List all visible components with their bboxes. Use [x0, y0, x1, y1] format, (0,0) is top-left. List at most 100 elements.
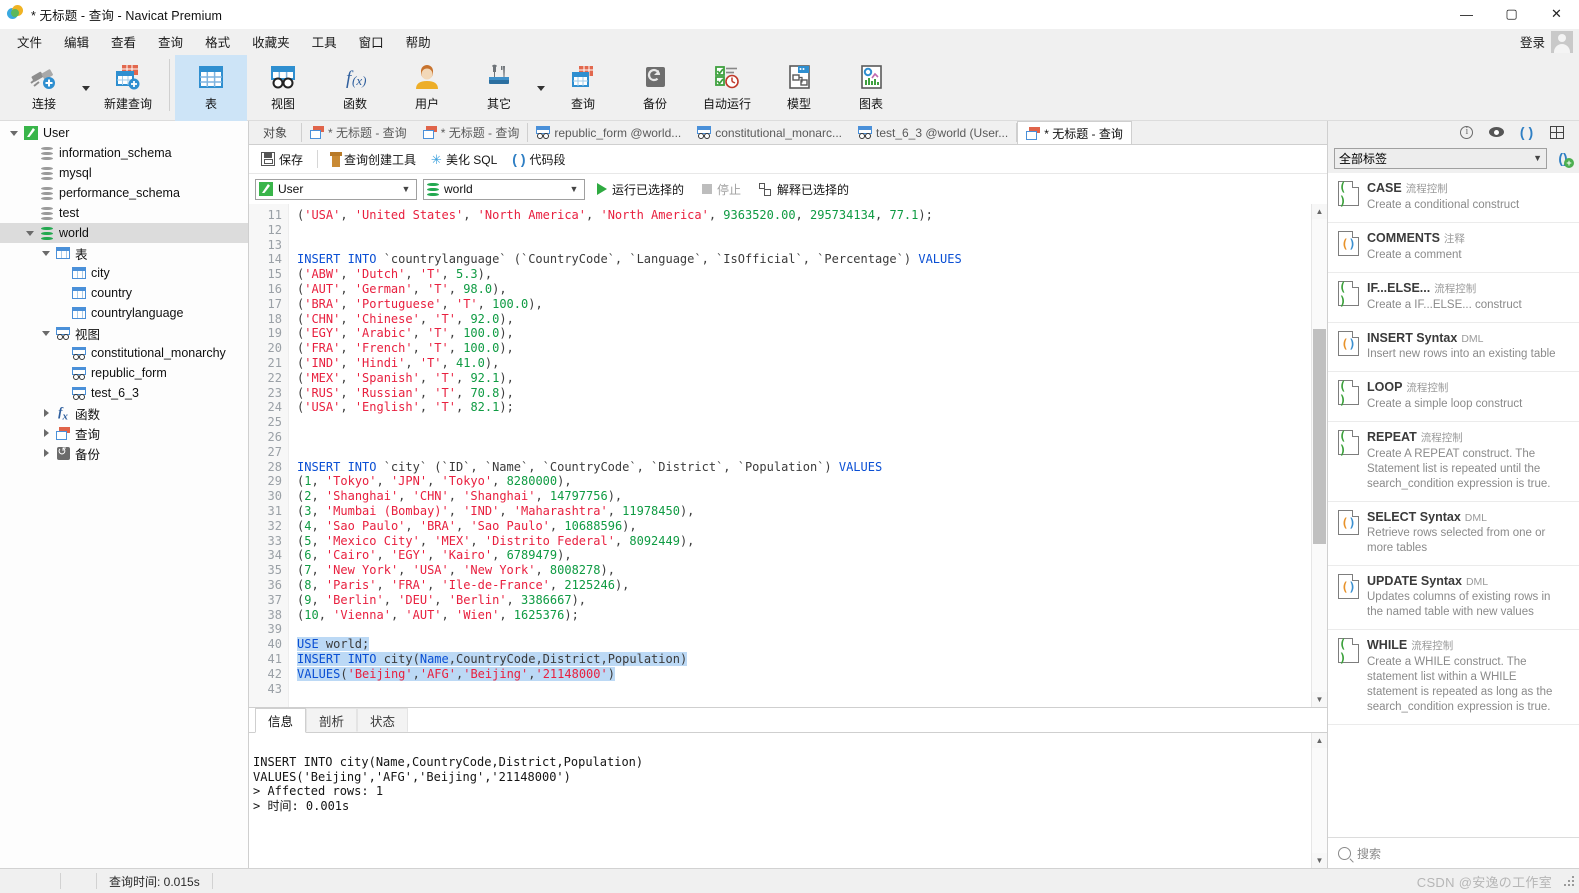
save-button[interactable]: 保存 — [255, 148, 309, 171]
code-line[interactable]: ('USA', 'United States', 'North America'… — [297, 208, 1311, 223]
tree-node-test_6_3[interactable]: test_6_3 — [0, 383, 248, 403]
snippet-list[interactable]: ( ) CASE 流程控制 Create a conditional construc… — [1328, 173, 1579, 837]
editor-tab-strip[interactable]: 对象 * 无标题 - 查询 * 无标题 - 查询 republic_form @wor… — [249, 121, 1327, 145]
code-line[interactable]: ('MEX', 'Spanish', 'T', 92.1), — [297, 371, 1311, 386]
tree-node-mysql[interactable]: mysql — [0, 163, 248, 183]
code-line[interactable]: (7, 'New York', 'USA', 'New York', 80082… — [297, 563, 1311, 578]
code-line[interactable]: (1, 'Tokyo', 'JPN', 'Tokyo', 8280000), — [297, 474, 1311, 489]
results-tab-0[interactable]: 信息 — [255, 708, 307, 733]
results-tab-2[interactable]: 状态 — [357, 708, 409, 732]
code-line[interactable]: ('CHN', 'Chinese', 'T', 92.0), — [297, 312, 1311, 327]
ribbon-user-button[interactable]: 用户 — [391, 55, 463, 122]
code-line[interactable]: ('RUS', 'Russian', 'T', 70.8), — [297, 386, 1311, 401]
code-line[interactable] — [297, 445, 1311, 460]
scroll-track[interactable] — [1312, 748, 1327, 853]
ribbon-connection-button[interactable]: 连接 — [8, 55, 80, 122]
snippet-item[interactable]: () INSERT Syntax DML Insert new rows into a… — [1328, 323, 1579, 372]
tree-node--[interactable]: 备份 — [0, 443, 248, 463]
code-line[interactable]: (4, 'Sao Paulo', 'BRA', 'Sao Paulo', 106… — [297, 519, 1311, 534]
code-line[interactable]: (10, 'Vienna', 'AUT', 'Wien', 1625376); — [297, 608, 1311, 623]
login-link[interactable]: 登录 — [1520, 32, 1545, 51]
database-select[interactable]: world ▼ — [423, 178, 585, 200]
ribbon-view-button[interactable]: 视图 — [247, 55, 319, 122]
code-line[interactable] — [297, 223, 1311, 238]
results-tab-bar[interactable]: 信息 剖析 状态 — [249, 708, 1327, 733]
object-tree[interactable]: User information_schema mysql performance_s… — [0, 121, 249, 868]
connection-select[interactable]: User ▼ — [255, 178, 417, 200]
ribbon-other-button[interactable]: 其它 — [463, 55, 535, 122]
code-line[interactable]: USE world; — [297, 637, 1311, 652]
avatar[interactable] — [1551, 30, 1573, 53]
code-line[interactable]: ('FRA', 'French', 'T', 100.0), — [297, 341, 1311, 356]
code-line[interactable]: (9, 'Berlin', 'DEU', 'Berlin', 3386667), — [297, 593, 1311, 608]
tree-node-city[interactable]: city — [0, 263, 248, 283]
menu-item-file[interactable]: 文件 — [6, 29, 53, 54]
ribbon-new-query-button[interactable]: 新建查询 — [92, 55, 164, 122]
results-vertical-scrollbar[interactable]: ▲ ▼ — [1311, 733, 1327, 868]
code-line[interactable] — [297, 682, 1311, 697]
editor-vertical-scrollbar[interactable]: ▲ ▼ — [1311, 204, 1327, 707]
code-line[interactable]: (2, 'Shanghai', 'CHN', 'Shanghai', 14797… — [297, 489, 1311, 504]
ribbon-model-button[interactable]: 模型 — [763, 55, 835, 122]
code-line[interactable]: (5, 'Mexico City', 'MEX', 'Distrito Fede… — [297, 534, 1311, 549]
other-dropdown-caret[interactable] — [535, 55, 547, 119]
tree-node-constitutional_monarchy[interactable]: constitutional_monarchy — [0, 343, 248, 363]
connection-dropdown-caret[interactable] — [80, 55, 92, 119]
ribbon-backup-button[interactable]: 备份 — [619, 55, 691, 122]
editor-tab-3[interactable]: constitutional_monarc... — [689, 121, 850, 144]
tree-expander[interactable] — [22, 230, 38, 236]
snippet-item[interactable]: ( ) LOOP 流程控制 Create a simple loop construc… — [1328, 372, 1579, 422]
menu-item-format[interactable]: 格式 — [194, 29, 241, 54]
object-tab-label[interactable]: 对象 — [249, 121, 301, 144]
code-line[interactable]: ('USA', 'English', 'T', 82.1); — [297, 400, 1311, 415]
query-builder-button[interactable]: 查询创建工具 — [326, 148, 422, 171]
info-icon[interactable] — [1458, 124, 1475, 141]
results-tab-1[interactable]: 剖析 — [306, 708, 358, 732]
tree-node-test[interactable]: test — [0, 203, 248, 223]
tree-expander[interactable] — [38, 250, 54, 256]
snippet-search-box[interactable]: 搜索 — [1328, 837, 1579, 868]
explain-selected-button[interactable]: 解释已选择的 — [753, 179, 855, 200]
snippet-item[interactable]: ( ) WHILE 流程控制 Create a WHILE construct. Th… — [1328, 630, 1579, 725]
tree-node--[interactable]: 查询 — [0, 423, 248, 443]
scroll-up-arrow[interactable]: ▲ — [1312, 204, 1327, 219]
beautify-sql-button[interactable]: ✳ 美化 SQL — [425, 148, 503, 171]
snippet-item[interactable]: () SELECT Syntax DML Retrieve rows selected… — [1328, 502, 1579, 566]
sql-code[interactable]: ('USA', 'United States', 'North America'… — [289, 204, 1311, 707]
tree-node--[interactable]: 视图 — [0, 323, 248, 343]
tree-node-world[interactable]: world — [0, 223, 248, 243]
editor-tab-0[interactable]: * 无标题 - 查询 — [302, 121, 415, 144]
code-line[interactable]: (3, 'Mumbai (Bombay)', 'IND', 'Maharasht… — [297, 504, 1311, 519]
tree-node-information_schema[interactable]: information_schema — [0, 143, 248, 163]
tree-node--[interactable]: 表 — [0, 243, 248, 263]
eye-icon[interactable] — [1488, 124, 1505, 141]
run-selected-button[interactable]: 运行已选择的 — [591, 179, 690, 200]
menu-item-tools[interactable]: 工具 — [301, 29, 348, 54]
code-line[interactable] — [297, 238, 1311, 253]
tree-expander[interactable] — [38, 449, 54, 457]
snippet-button[interactable]: ( ) 代码段 — [506, 148, 571, 171]
scroll-down-arrow[interactable]: ▼ — [1312, 692, 1327, 707]
code-line[interactable] — [297, 415, 1311, 430]
code-line[interactable]: ('BRA', 'Portuguese', 'T', 100.0), — [297, 297, 1311, 312]
tree-expander[interactable] — [38, 409, 54, 417]
snippet-item[interactable]: ( ) REPEAT 流程控制 Create A REPEAT construct. … — [1328, 422, 1579, 502]
snippet-item[interactable]: () COMMENTS 注释 Create a comment — [1328, 223, 1579, 273]
code-line[interactable]: ('ABW', 'Dutch', 'T', 5.3), — [297, 267, 1311, 282]
ribbon-chart-button[interactable]: 图表 — [835, 55, 907, 122]
scroll-up-arrow[interactable]: ▲ — [1312, 733, 1327, 748]
editor-tab-4[interactable]: test_6_3 @world (User... — [850, 121, 1016, 144]
code-line[interactable]: (8, 'Paris', 'FRA', 'Ile-de-France', 212… — [297, 578, 1311, 593]
code-line[interactable]: VALUES('Beijing','AFG','Beijing','211480… — [297, 666, 1311, 682]
menu-item-help[interactable]: 帮助 — [395, 29, 442, 54]
snippet-item[interactable]: () UPDATE Syntax DML Updates columns of exi… — [1328, 566, 1579, 630]
add-snippet-button[interactable]: () + — [1553, 149, 1574, 168]
editor-tab-1[interactable]: * 无标题 - 查询 — [415, 121, 528, 144]
tree-expander[interactable] — [38, 330, 54, 336]
ribbon-function-button[interactable]: f (x) 函数 — [319, 55, 391, 122]
menu-item-window[interactable]: 窗口 — [348, 29, 395, 54]
ribbon-automation-button[interactable]: 自动运行 — [691, 55, 763, 122]
snippet-item[interactable]: ( ) IF...ELSE... 流程控制 Create a IF...ELSE...… — [1328, 273, 1579, 323]
ribbon-query-button[interactable]: 查询 — [547, 55, 619, 122]
minimize-button[interactable]: — — [1444, 0, 1489, 28]
